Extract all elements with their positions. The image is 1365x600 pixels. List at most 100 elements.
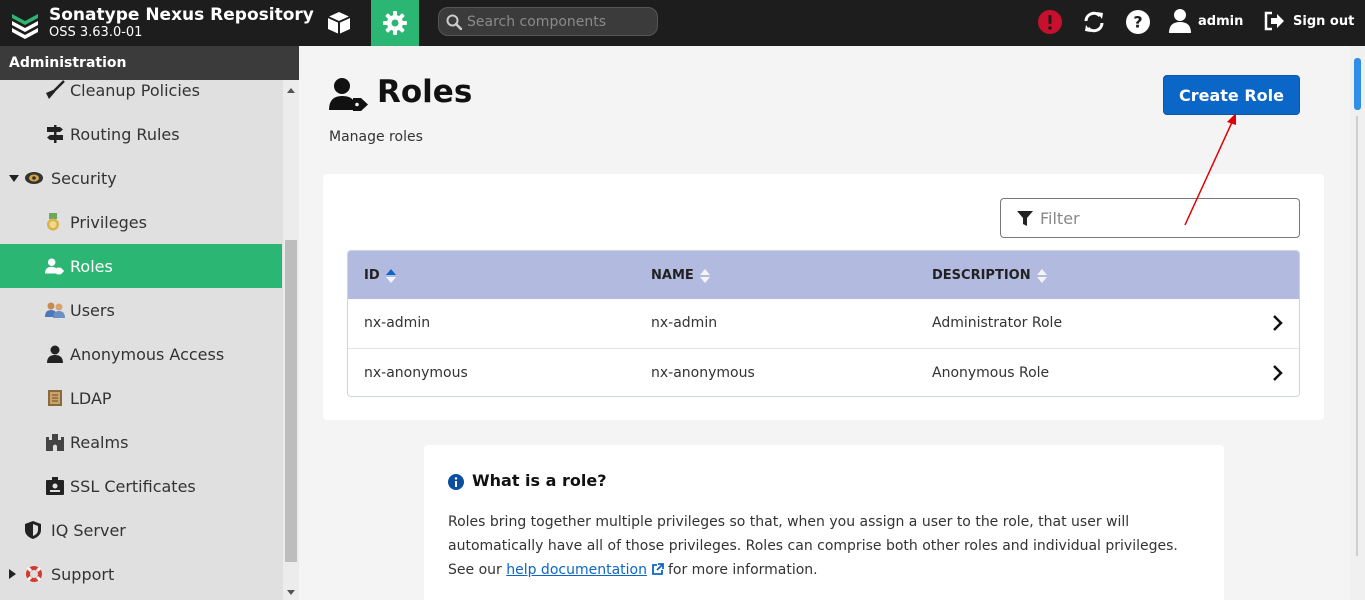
info-icon [448,474,464,490]
exclamation-circle-icon [1038,10,1062,34]
sort-ascending-icon [385,268,396,283]
sidebar-item-label: IQ Server [51,520,126,540]
sidebar-item-cleanup-policies[interactable]: Cleanup Policies [0,68,282,112]
sidebar-item-privileges[interactable]: Privileges [0,200,282,244]
system-alert-icon[interactable] [1036,8,1064,36]
sidebar-item-label: SSL Certificates [70,476,196,496]
cell-id: nx-admin [364,315,431,331]
roles-table: ID NAME DESCRIPTION nx-admin nx-admin Ad… [347,250,1300,397]
username: admin [1198,13,1244,29]
sidebar-scrollbar[interactable] [283,80,299,600]
cell-name: nx-admin [651,315,718,331]
sidebar-item-label: Users [70,300,115,320]
scroll-up-arrow[interactable] [287,88,295,93]
id-badge-icon [45,476,65,496]
gear-icon [383,11,407,35]
table-header: ID NAME DESCRIPTION [348,251,1299,299]
app-version: OSS 3.63.0-01 [49,25,143,40]
roles-panel: ID NAME DESCRIPTION nx-admin nx-admin Ad… [323,174,1324,420]
page-title: Roles [377,74,473,110]
sidebar-item-roles[interactable]: Roles [0,244,282,288]
cell-description: Administrator Role [932,315,1063,331]
help-documentation-link[interactable]: help documentation [506,562,647,578]
sidebar-item-label: Support [51,564,115,584]
cell-name: nx-anonymous [651,365,755,381]
info-box: What is a role? Roles bring together mul… [424,445,1224,600]
column-header-name[interactable]: NAME [651,268,710,283]
filter-input[interactable] [1040,207,1290,229]
app-title: Sonatype Nexus Repository [49,5,314,25]
sidebar-item-ldap[interactable]: LDAP [0,376,282,420]
user-icon [1169,9,1191,33]
cube-icon [327,12,351,34]
sidebar: Administration Cleanup Policies Routing … [0,46,299,600]
cell-id: nx-anonymous [364,365,468,381]
user-menu[interactable]: admin [1168,6,1243,36]
info-text: Roles bring together multiple privileges… [448,514,1178,578]
filter-box[interactable] [1000,198,1300,238]
top-navigation-bar: Sonatype Nexus Repository OSS 3.63.0-01 [0,0,1365,46]
user-tag-icon [329,78,368,111]
chevron-right-icon[interactable] [1271,365,1285,381]
user-tag-icon [45,256,65,276]
sidebar-item-anonymous-access[interactable]: Anonymous Access [0,332,282,376]
brand[interactable]: Sonatype Nexus Repository OSS 3.63.0-01 [8,3,314,43]
sidebar-item-label: LDAP [70,388,112,408]
sidebar-item-security[interactable]: Security [0,156,282,200]
sidebar-item-label: Realms [70,432,129,452]
external-link-icon[interactable] [651,563,664,576]
sidebar-item-support[interactable]: Support [0,552,282,596]
lifebuoy-icon [24,564,44,584]
broom-icon [45,80,65,100]
medal-icon [43,212,63,232]
shield-icon [23,520,43,540]
caret-down-icon[interactable] [9,173,19,183]
column-header-id[interactable]: ID [364,268,396,283]
page-scroll-track [1356,116,1358,556]
sidebar-item-label: Cleanup Policies [70,80,200,100]
sidebar-item-label: Security [51,168,117,188]
cell-description: Anonymous Role [932,365,1050,381]
sidebar-item-label: Anonymous Access [70,344,225,364]
sidebar-item-realms[interactable]: Realms [0,420,282,464]
signpost-icon [45,124,65,144]
search-box[interactable] [438,7,658,36]
sidebar-item-iq-server[interactable]: IQ Server [0,508,282,552]
info-title: What is a role? [472,471,607,490]
caret-right-icon[interactable] [7,569,17,579]
sidebar-item-label: Routing Rules [70,124,180,144]
user-icon [45,344,65,364]
users-icon [45,300,65,320]
scroll-down-arrow[interactable] [287,590,295,595]
chevron-right-icon[interactable] [1271,315,1285,331]
help-icon[interactable]: ? [1124,8,1152,36]
castle-icon [45,432,65,452]
browse-button[interactable] [315,0,363,46]
sidebar-item-routing-rules[interactable]: Routing Rules [0,112,282,156]
sort-icon [699,268,710,283]
main-content: Roles Manage roles Create Role ID NAME D… [299,46,1350,600]
sidebar-item-users[interactable]: Users [0,288,282,332]
search-icon [446,14,462,30]
sign-out-icon [1264,11,1284,31]
sidebar-item-ssl-certificates[interactable]: SSL Certificates [0,464,282,508]
page-scroll-thumb[interactable] [1354,58,1361,110]
search-input[interactable] [467,11,652,32]
page-subtitle: Manage roles [329,129,423,145]
sort-icon [1036,268,1047,283]
create-role-button[interactable]: Create Role [1163,75,1300,115]
page-scrollbar[interactable] [1350,46,1365,600]
table-row[interactable]: nx-admin nx-admin Administrator Role [348,299,1299,348]
security-badge-icon [24,168,44,188]
sign-out-button[interactable]: Sign out [1264,6,1354,36]
nexus-logo-icon [12,14,38,39]
book-icon [45,388,65,408]
table-row[interactable]: nx-anonymous nx-anonymous Anonymous Role [348,348,1299,396]
sidebar-item-label: Roles [70,256,113,276]
administration-button[interactable] [371,0,419,46]
column-header-description[interactable]: DESCRIPTION [932,268,1047,283]
scroll-thumb[interactable] [285,240,297,562]
sign-out-label: Sign out [1293,13,1355,29]
filter-icon [1017,211,1033,226]
refresh-icon[interactable] [1080,8,1108,36]
